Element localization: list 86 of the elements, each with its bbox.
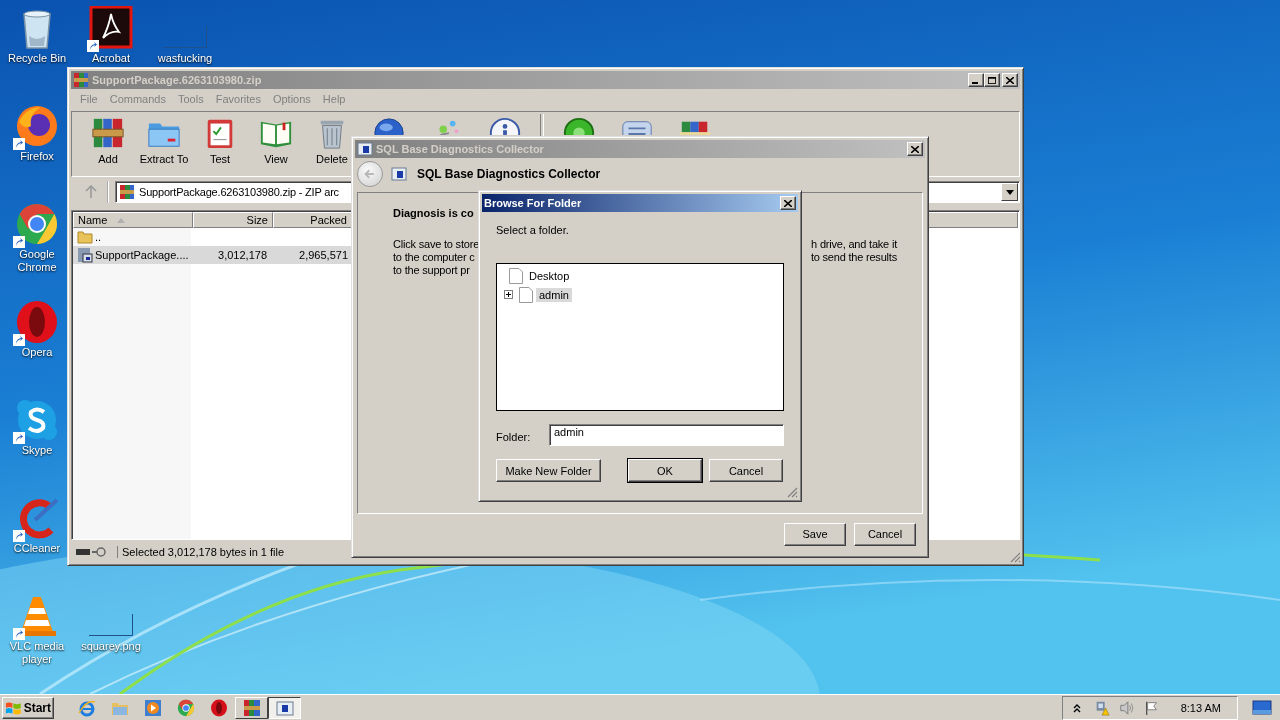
books-stack-icon	[73, 72, 89, 88]
program-file-icon	[77, 247, 93, 263]
instruction-text: Click save to store	[393, 238, 480, 251]
chrome-icon	[176, 698, 195, 717]
window-title: SupportPackage.6263103980.zip	[92, 74, 262, 86]
close-button[interactable]	[907, 142, 923, 156]
folder-field[interactable]: admin	[549, 424, 784, 446]
maximize-button[interactable]	[984, 73, 1000, 87]
tree-item[interactable]: Desktop	[526, 268, 573, 283]
dialog-button[interactable]: Cancel	[854, 522, 916, 546]
skype-icon	[15, 398, 59, 442]
column-header[interactable]: Packed	[273, 212, 352, 228]
windows-flag-icon	[5, 699, 22, 716]
status-heading: Diagnosis is co	[393, 207, 475, 219]
tree-item[interactable]: admin	[536, 287, 572, 302]
start-button[interactable]: Start	[2, 696, 54, 719]
sort-arrow-icon	[117, 217, 126, 223]
desktop-icon-label[interactable]: Firefox	[20, 150, 54, 163]
close-button[interactable]	[780, 196, 796, 210]
browser-e-icon	[77, 698, 96, 717]
column-header[interactable]: Size	[193, 212, 273, 228]
column-header[interactable]: Name	[73, 212, 193, 228]
file-size: 3,012,178	[217, 249, 268, 261]
dialog-button[interactable]: Make New Folder	[496, 459, 601, 482]
file-row[interactable]: SupportPackage.... 3,012,178 2,965,571	[73, 246, 352, 264]
instruction-text: to send the results	[810, 251, 897, 264]
page-icon	[519, 286, 533, 303]
dialog-button[interactable]: OK	[628, 459, 702, 482]
instruction-text: to the support pr	[393, 264, 470, 277]
play-icon	[143, 698, 162, 717]
dropdown-button[interactable]	[1001, 183, 1018, 201]
chrome-icon	[15, 202, 59, 246]
field-label: Folder:	[496, 431, 532, 443]
expand-icon[interactable]	[504, 290, 513, 299]
taskbar-button[interactable]	[268, 696, 301, 719]
show-desktop-icon[interactable]	[1252, 699, 1272, 716]
dialog-heading: SQL Base Diagnostics Collector	[417, 167, 601, 181]
info-icon	[488, 116, 522, 135]
blank-image-icon	[163, 26, 207, 48]
close-icon	[1006, 76, 1014, 84]
books-stack-icon	[119, 184, 135, 200]
instruction-text: h drive, and take it	[811, 238, 897, 251]
app-window-icon	[275, 698, 294, 717]
close-button[interactable]	[1002, 73, 1018, 87]
books-stack-icon	[91, 116, 125, 150]
file-name: SupportPackage....	[95, 249, 189, 261]
page-icon	[509, 267, 523, 284]
toolbar-button[interactable]: Test	[192, 114, 248, 165]
firefox-icon	[15, 104, 59, 148]
desktop-icon-label[interactable]: Recycle Bin	[7, 52, 67, 65]
desktop-icon-label[interactable]: Google Chrome	[5, 248, 69, 274]
address-text: SupportPackage.6263103980.zip - ZIP arc	[139, 186, 339, 198]
minimize-button[interactable]	[968, 73, 984, 87]
opera-icon	[209, 698, 228, 717]
close-icon	[784, 199, 792, 207]
packed-size: 2,965,571	[298, 249, 349, 261]
caret-icon	[1005, 188, 1014, 196]
clock[interactable]: 8:13 AM	[1180, 701, 1221, 714]
dialog-button[interactable]: Cancel	[709, 459, 783, 482]
toolbar-button[interactable]: Extract To	[136, 114, 192, 165]
dialog-button[interactable]: Save	[784, 522, 846, 546]
maximize-icon	[988, 76, 996, 84]
app-window-icon	[391, 166, 407, 182]
toolbar-button[interactable]: View	[248, 114, 304, 165]
resize-grip-icon[interactable]	[786, 486, 798, 498]
toolbar-button[interactable]: Add	[80, 114, 136, 165]
desktop-icon-label[interactable]: Acrobat	[92, 52, 130, 65]
instruction-text: to the computer c	[393, 251, 475, 264]
file-row[interactable]: ..	[73, 228, 352, 246]
desktop-icon-label[interactable]: Opera	[21, 346, 53, 359]
desktop-icon-label[interactable]: wasfucking	[157, 52, 213, 65]
up-arrow-icon	[85, 185, 97, 199]
prompt-text: Select a folder.	[496, 224, 570, 236]
file-name: ..	[95, 231, 102, 243]
status-text: Selected 3,012,178 bytes in 1 file	[117, 546, 285, 558]
pdf-app-icon	[89, 6, 133, 50]
close-icon	[911, 145, 919, 153]
window-title: Browse For Folder	[484, 197, 582, 209]
books-stack-icon	[242, 698, 261, 717]
opera-icon	[15, 300, 59, 344]
desktop-icon-label[interactable]: Skype	[21, 444, 53, 457]
blank-image-icon	[89, 614, 133, 636]
flag-icon[interactable]	[1143, 699, 1160, 716]
app-window-icon	[357, 141, 373, 157]
window-title: SQL Base Diagnostics Collector	[376, 143, 544, 155]
resize-grip-icon[interactable]	[1009, 551, 1021, 563]
